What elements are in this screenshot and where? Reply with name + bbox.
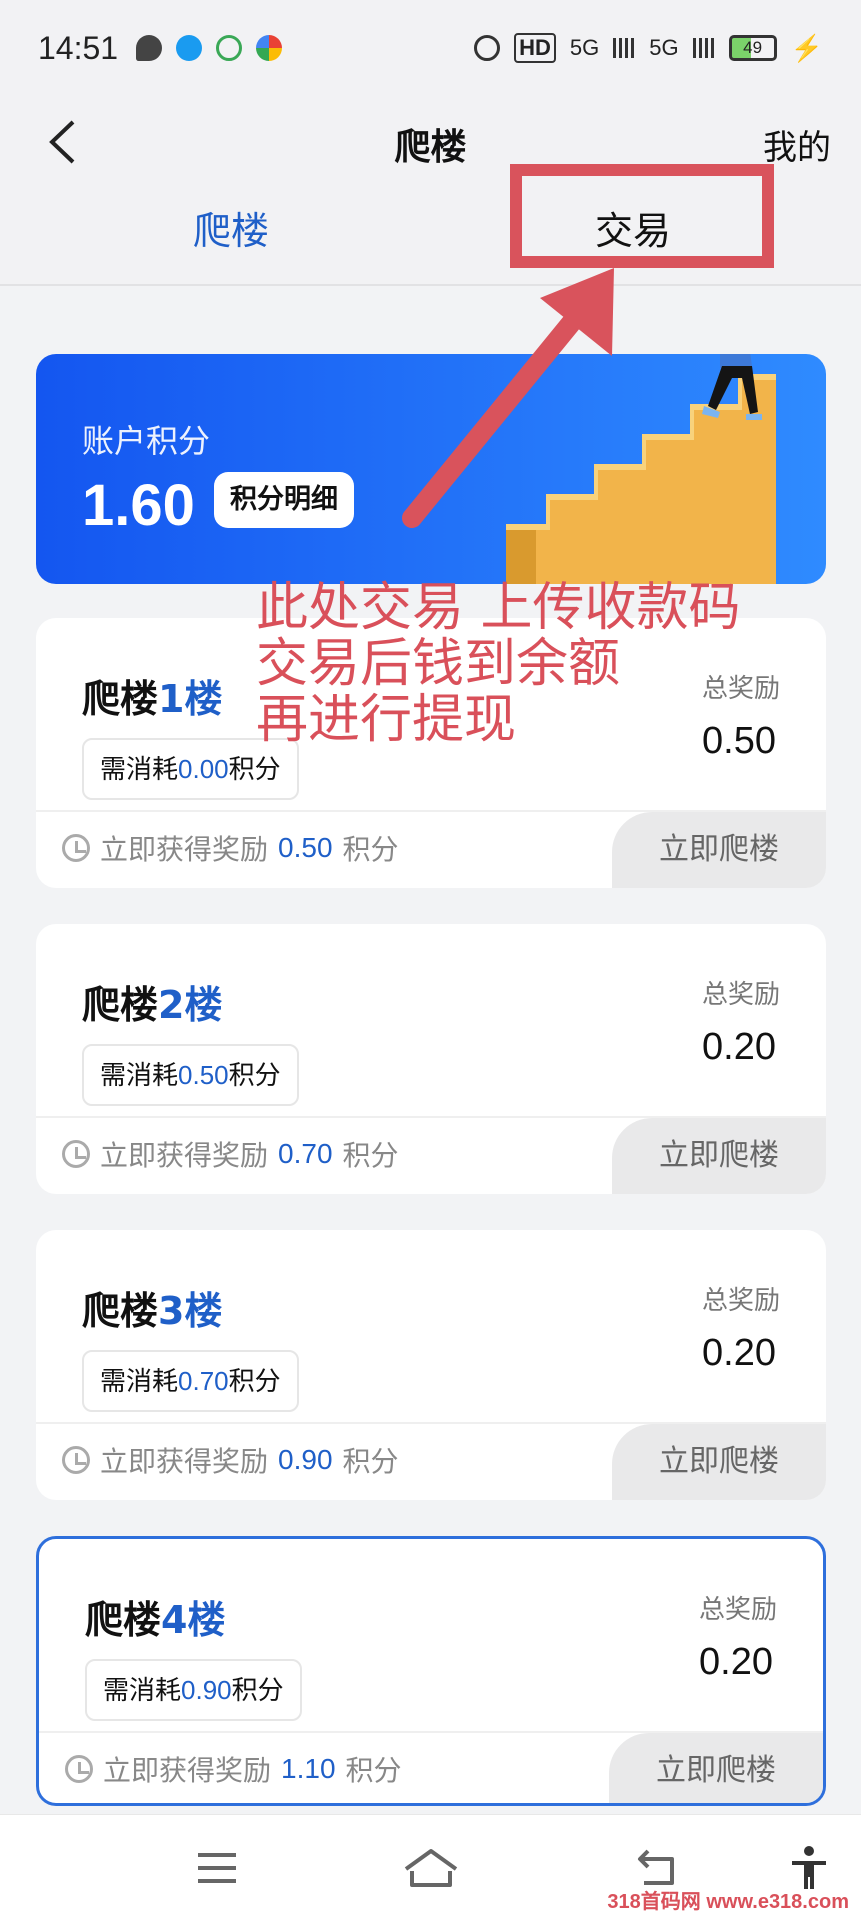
cost-badge: 需消耗0.50积分 (82, 1044, 299, 1106)
total-reward-label: 总奖励 (698, 1595, 777, 1625)
climb-button[interactable]: 立即爬楼 (612, 812, 826, 888)
clock-icon (65, 1755, 93, 1783)
clock-icon (62, 1140, 90, 1168)
instant-reward: 立即获得奖励 0.90 积分 (62, 1440, 399, 1480)
charging-icon: ⚡ (790, 32, 823, 63)
instant-reward: 立即获得奖励 0.50 积分 (62, 828, 399, 868)
clock-icon (62, 1446, 90, 1474)
annotation-text: 此处交易 上传收款码 交易后钱到余额 再进行提现 (256, 578, 741, 750)
points-value: 1.60 (82, 473, 195, 538)
qq-icon (176, 35, 203, 61)
status-bar: 14:51 HD 5G 5G 49 ⚡ (0, 0, 861, 96)
floor-card-2: 爬楼2楼 需消耗0.50积分 总奖励 0.20 立即获得奖励 0.70 积分 立即爬… (36, 924, 826, 1194)
browser-icon (256, 35, 283, 61)
stairs-illustration (506, 354, 776, 584)
points-label: 账户积分 (82, 422, 211, 460)
climb-button[interactable]: 立即爬楼 (612, 1424, 826, 1500)
floor-title: 爬楼1楼 (82, 677, 223, 721)
notification-icons (136, 35, 283, 61)
floor-title: 爬楼3楼 (82, 1289, 223, 1333)
watermark: 318首码网 www.e318.com (607, 1891, 849, 1913)
mine-link[interactable]: 我的 (763, 120, 831, 169)
total-reward-label: 总奖励 (701, 980, 780, 1010)
home-icon[interactable] (402, 1843, 460, 1893)
message-icon (136, 35, 163, 61)
signal-bars-icon-2 (692, 38, 715, 58)
annotation-box (510, 164, 774, 268)
floor-title: 爬楼2楼 (82, 983, 223, 1027)
hd-indicator: HD (514, 33, 556, 63)
page-title: 爬楼 (394, 127, 467, 168)
floor-title: 爬楼4楼 (85, 1598, 226, 1642)
total-reward-value: 0.20 (699, 1641, 773, 1683)
total-reward-value: 0.20 (702, 1026, 776, 1068)
points-card: 账户积分 1.60 积分明细 (36, 354, 826, 584)
points-detail-button[interactable]: 积分明细 (214, 472, 354, 528)
instant-reward: 立即获得奖励 1.10 积分 (65, 1749, 402, 1789)
signal-5g-icon-2: 5G (649, 35, 679, 60)
system-status-icons: HD 5G 5G 49 ⚡ (474, 33, 823, 64)
status-time: 14:51 (38, 29, 119, 66)
system-nav-bar: 318首码网 www.e318.com (0, 1814, 861, 1920)
battery-icon: 49 (728, 35, 777, 61)
floor-card-3: 爬楼3楼 需消耗0.70积分 总奖励 0.20 立即获得奖励 0.90 积分 立即爬… (36, 1230, 826, 1500)
menu-icon[interactable] (192, 1843, 242, 1893)
signal-5g-icon: 5G (569, 35, 600, 60)
floor-card-4: 爬楼4楼 需消耗0.90积分 总奖励 0.20 立即获得奖励 1.10 积分 立即爬… (36, 1536, 826, 1806)
tab-climb[interactable]: 爬楼 (193, 200, 269, 255)
climb-button[interactable]: 立即爬楼 (612, 1118, 826, 1194)
signal-bars-icon (613, 38, 636, 58)
cost-badge: 需消耗0.90积分 (85, 1659, 302, 1721)
clock-icon (62, 834, 90, 862)
total-reward-label: 总奖励 (701, 1286, 780, 1316)
total-reward-value: 0.20 (702, 1332, 776, 1374)
alarm-icon (474, 35, 501, 61)
climb-button[interactable]: 立即爬楼 (609, 1733, 823, 1803)
cost-badge: 需消耗0.70积分 (82, 1350, 299, 1412)
instant-reward: 立即获得奖励 0.70 积分 (62, 1134, 399, 1174)
app-icon (216, 35, 243, 61)
